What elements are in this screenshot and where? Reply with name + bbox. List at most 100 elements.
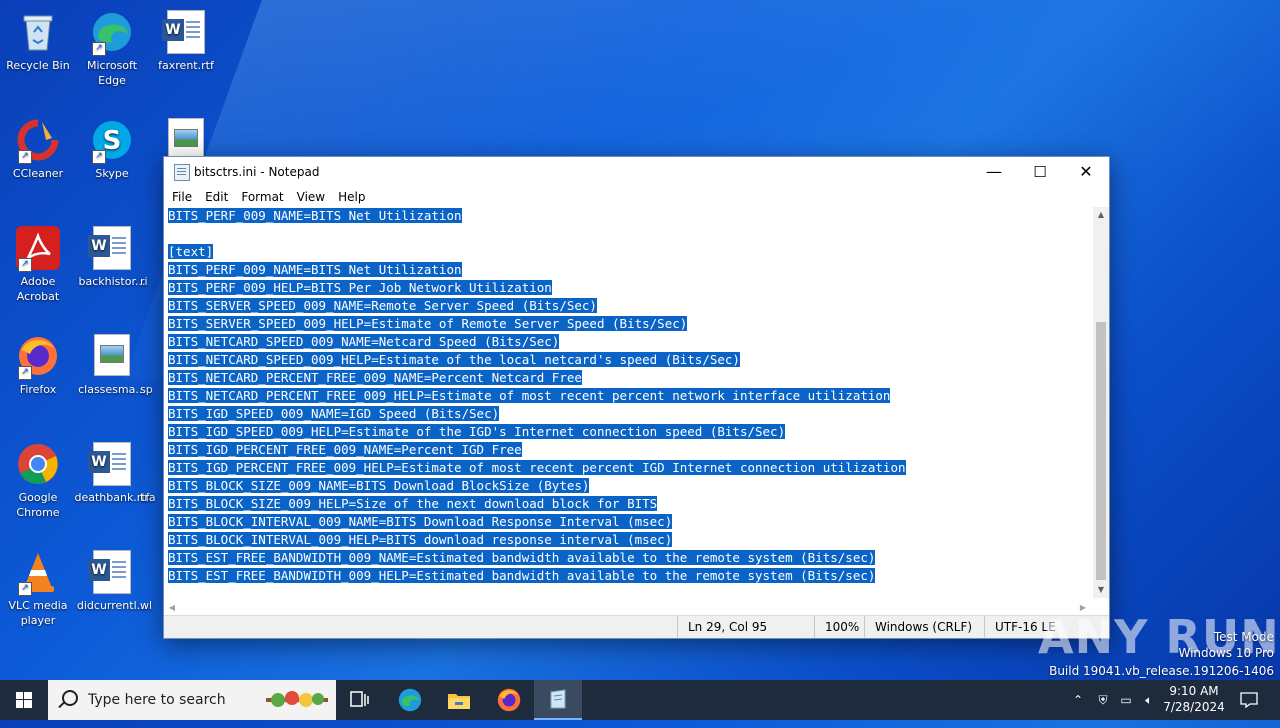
desktop-icon-label: VLC media player [8, 599, 68, 627]
menu-format[interactable]: Format [233, 187, 288, 204]
security-icon[interactable]: ⛨ [1093, 680, 1113, 720]
desktop-icon-skype[interactable]: S ↗ Skype [74, 112, 150, 181]
scroll-up-icon[interactable]: ▲ [1093, 207, 1109, 223]
network-icon[interactable]: ▭ [1116, 680, 1136, 720]
text-editor[interactable]: BITS_PERF_009_NAME=BITS Net Utilization … [164, 207, 1093, 598]
desktop-icon-didcurrentl[interactable]: W didcurrentl... [74, 544, 150, 613]
taskbar-search-box[interactable]: Type here to search [48, 680, 336, 720]
recycle-bin-icon [16, 10, 60, 54]
menu-file[interactable]: File [164, 187, 197, 204]
desktop-icon-deathbank[interactable]: W deathbank.rtf [74, 436, 150, 505]
word-document-icon: W [88, 550, 134, 594]
selected-text: BITS_PERF_009_NAME=BITS Net Utilization [168, 262, 462, 277]
selected-text: BITS_EST_FREE_BANDWIDTH_009_NAME=Estimat… [168, 550, 876, 565]
desktop-icon-label: deathbank.rtf [74, 491, 150, 504]
word-document-icon: W [88, 226, 134, 270]
desktop-icon-adobe-acrobat[interactable]: ↗ Adobe Acrobat [0, 220, 76, 304]
selected-text: BITS_IGD_SPEED_009_HELP=Estimate of the … [168, 424, 786, 439]
title-bar[interactable]: bitsctrs.ini - Notepad — ☐ ✕ [164, 157, 1109, 187]
text-line: [text] [164, 243, 1093, 261]
selected-text: BITS_BLOCK_SIZE_009_NAME=BITS Download B… [168, 478, 590, 493]
notepad-window[interactable]: bitsctrs.ini - Notepad — ☐ ✕ File Edit For… [163, 156, 1110, 639]
close-button[interactable]: ✕ [1063, 157, 1109, 187]
notifications-icon[interactable] [1234, 680, 1264, 724]
file-explorer-icon[interactable] [435, 680, 483, 720]
vlc-icon: ↗ [16, 550, 60, 596]
desktop-icon-backhistor[interactable]: W backhistor... [74, 220, 150, 289]
volume-icon[interactable]: 🔈︎ [1139, 680, 1159, 720]
menu-view[interactable]: View [289, 187, 330, 204]
desktop-icon-firefox[interactable]: ↗ Firefox [0, 328, 76, 397]
maximize-button[interactable]: ☐ [1017, 157, 1063, 187]
desktop-icon-google-chrome[interactable]: Google Chrome [0, 436, 76, 520]
desktop-icon-label: classesma... [78, 383, 146, 396]
selected-text: BITS_NETCARD_PERCENT_FREE_009_HELP=Estim… [168, 388, 891, 403]
desktop-icon-label: Firefox [19, 383, 57, 396]
desktop-icon-recycle-bin[interactable]: Recycle Bin [0, 4, 76, 73]
text-line: BITS_IGD_SPEED_009_HELP=Estimate of the … [164, 423, 1093, 441]
text-line: BITS_NETCARD_PERCENT_FREE_009_HELP=Estim… [164, 387, 1093, 405]
text-line: BITS_NETCARD_SPEED_009_HELP=Estimate of … [164, 351, 1093, 369]
minimize-button[interactable]: — [971, 157, 1017, 187]
edge-icon: ↗ [90, 10, 134, 56]
text-line: BITS_BLOCK_INTERVAL_009_NAME=BITS Downlo… [164, 513, 1093, 531]
selected-text: BITS_BLOCK_SIZE_009_HELP=Size of the nex… [168, 496, 658, 511]
scroll-down-icon[interactable]: ▼ [1093, 582, 1109, 598]
ccleaner-icon: ↗ [16, 118, 60, 164]
text-line: BITS_PERF_009_NAME=BITS Net Utilization [164, 207, 1093, 225]
firefox-icon: ↗ [16, 334, 60, 380]
word-document-icon: W [88, 442, 134, 486]
vertical-scrollbar[interactable]: ▲ ▼ [1093, 207, 1109, 598]
clock-date: 7/28/2024 [1163, 700, 1225, 714]
desktop-icon-label: didcurrentl... [76, 599, 148, 612]
selected-text: BITS_NETCARD_SPEED_009_NAME=Netcard Spee… [168, 334, 560, 349]
desktop-icon-microsoft-edge[interactable]: ↗ Microsoft Edge [74, 4, 150, 88]
text-line: BITS_SERVER_SPEED_009_HELP=Estimate of R… [164, 315, 1093, 333]
text-line: BITS_SERVER_SPEED_009_NAME=Remote Server… [164, 297, 1093, 315]
text-line: BITS_BLOCK_INTERVAL_009_HELP=BITS downlo… [164, 531, 1093, 549]
selected-text: BITS_EST_FREE_BANDWIDTH_009_HELP=Estimat… [168, 568, 876, 583]
menu-help[interactable]: Help [330, 187, 370, 204]
text-line [164, 225, 1093, 243]
selected-text: BITS_BLOCK_INTERVAL_009_NAME=BITS Downlo… [168, 514, 673, 529]
text-line: BITS_BLOCK_SIZE_009_NAME=BITS Download B… [164, 477, 1093, 495]
skype-icon: S ↗ [90, 118, 134, 164]
show-hidden-icons-icon[interactable]: ⌃ [1068, 680, 1088, 720]
taskbar-notepad-icon[interactable] [534, 680, 582, 720]
desktop-icon-faxrent[interactable]: W faxrent.rtf [148, 4, 224, 73]
horizontal-scrollbar[interactable]: ◀ ▶ [164, 600, 1093, 616]
task-view-icon[interactable] [336, 680, 384, 720]
desktop-icon-label: Adobe Acrobat [16, 275, 60, 303]
desktop-icon-label: CCleaner [12, 167, 64, 180]
desktop-icon-label: Microsoft Edge [86, 59, 138, 87]
selected-text: BITS_NETCARD_SPEED_009_HELP=Estimate of … [168, 352, 740, 367]
scroll-left-icon[interactable]: ◀ [164, 600, 180, 616]
desktop-icon-label: faxrent.rtf [158, 59, 214, 72]
text-line: BITS_EST_FREE_BANDWIDTH_009_HELP=Estimat… [164, 567, 1093, 585]
selected-text: BITS_SERVER_SPEED_009_NAME=Remote Server… [168, 298, 597, 313]
taskbar-firefox-icon[interactable] [485, 680, 533, 720]
window-title: bitsctrs.ini - Notepad [194, 165, 320, 179]
desktop-icon-vlc[interactable]: ↗ VLC media player [0, 544, 76, 628]
text-line: BITS_PERF_009_NAME=BITS Net Utilization [164, 261, 1093, 279]
notepad-icon [174, 164, 190, 181]
text-line: BITS_IGD_PERCENT_FREE_009_NAME=Percent I… [164, 441, 1093, 459]
text-line: BITS_NETCARD_SPEED_009_NAME=Netcard Spee… [164, 333, 1093, 351]
text-line: BITS_IGD_SPEED_009_NAME=IGD Speed (Bits/… [164, 405, 1093, 423]
desktop-icon-ccleaner[interactable]: ↗ CCleaner [0, 112, 76, 181]
selected-text: BITS_IGD_PERCENT_FREE_009_HELP=Estimate … [168, 460, 906, 475]
desktop-icon-label: backhistor... [78, 275, 146, 288]
chrome-icon [16, 442, 60, 486]
menu-edit[interactable]: Edit [197, 187, 233, 204]
scroll-thumb[interactable] [1096, 322, 1106, 580]
build-text: Build 19041.vb_release.191206-1406 [1049, 664, 1274, 678]
windows-logo-icon [16, 692, 32, 708]
taskbar-edge-icon[interactable] [386, 680, 434, 720]
taskbar: Type here to search ⌃ ⛨ ▭ 🔈︎ 9:10 AM 7/2… [0, 680, 1280, 720]
selected-text: BITS_NETCARD_PERCENT_FREE_009_NAME=Perce… [168, 370, 582, 385]
desktop-icon-classesma[interactable]: classesma... [74, 328, 150, 397]
start-button[interactable] [0, 680, 48, 720]
image-file-icon [90, 334, 134, 378]
text-line: BITS_BLOCK_SIZE_009_HELP=Size of the nex… [164, 495, 1093, 513]
system-clock[interactable]: 9:10 AM 7/28/2024 [1160, 683, 1228, 715]
